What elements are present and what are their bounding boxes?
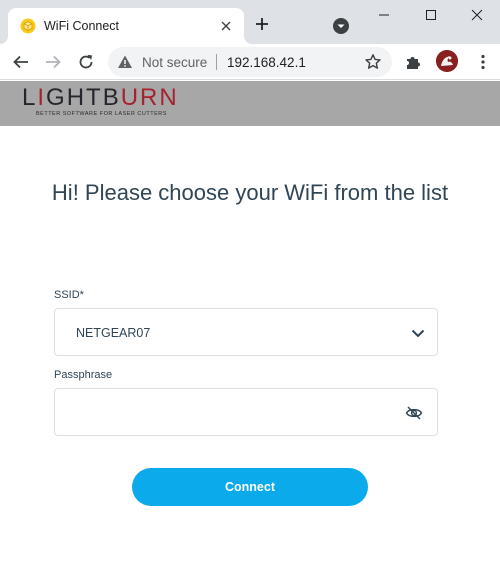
ssid-label: SSID* xyxy=(54,289,84,301)
new-tab-plus-icon[interactable] xyxy=(254,16,270,32)
eye-slash-icon[interactable] xyxy=(405,404,423,422)
address-bar[interactable]: Not secure 192.168.42.1 xyxy=(108,47,392,77)
chevron-down-icon xyxy=(411,329,425,338)
minimize-icon[interactable] xyxy=(378,8,390,22)
security-status[interactable]: Not secure xyxy=(142,55,207,70)
page-heading: Hi! Please choose your WiFi from the lis… xyxy=(51,180,449,205)
tab-wifi-connect[interactable]: WiFi Connect xyxy=(8,8,244,44)
tab-title: WiFi Connect xyxy=(44,19,120,33)
forward-arrow-icon[interactable] xyxy=(44,53,62,71)
lightburn-logo: LIGHTBURN BETTER SOFTWARE FOR LASER CUTT… xyxy=(22,85,182,121)
passphrase-label: Passphrase xyxy=(54,369,113,381)
ssid-selected-value: NETGEAR07 xyxy=(76,326,151,340)
bookmark-star-icon[interactable] xyxy=(364,53,382,71)
close-icon[interactable] xyxy=(220,20,232,32)
tab-strip: WiFi Connect xyxy=(0,0,500,44)
warning-icon[interactable] xyxy=(117,54,133,70)
profile-avatar-icon xyxy=(436,50,458,72)
address-separator xyxy=(216,54,217,70)
logo-tagline: BETTER SOFTWARE FOR LASER CUTTERS xyxy=(36,111,167,117)
tab-search-dropdown-icon[interactable] xyxy=(332,17,350,35)
connect-button[interactable]: Connect xyxy=(132,468,368,506)
header-banner: LIGHTBURN BETTER SOFTWARE FOR LASER CUTT… xyxy=(0,81,500,126)
maximize-icon[interactable] xyxy=(425,8,437,22)
passphrase-input[interactable] xyxy=(67,399,387,425)
logo-wordmark: LIGHTBURN xyxy=(22,84,179,111)
profile-avatar[interactable] xyxy=(436,50,458,72)
window-close-icon[interactable] xyxy=(470,8,484,22)
url-text[interactable]: 192.168.42.1 xyxy=(227,55,306,70)
browser-window: WiFi Connect Not secure 192.168.42.1 LIG… xyxy=(0,0,500,580)
page-content: Hi! Please choose your WiFi from the lis… xyxy=(0,126,500,580)
yellow-cube-icon xyxy=(20,18,36,34)
passphrase-field[interactable] xyxy=(54,388,438,436)
back-arrow-icon[interactable] xyxy=(12,53,30,71)
extensions-puzzle-icon[interactable] xyxy=(404,53,422,71)
ssid-select[interactable]: NETGEAR07 xyxy=(54,308,438,356)
reload-icon[interactable] xyxy=(77,53,95,71)
kebab-menu-icon[interactable] xyxy=(474,53,492,71)
browser-toolbar: Not secure 192.168.42.1 xyxy=(0,44,500,80)
